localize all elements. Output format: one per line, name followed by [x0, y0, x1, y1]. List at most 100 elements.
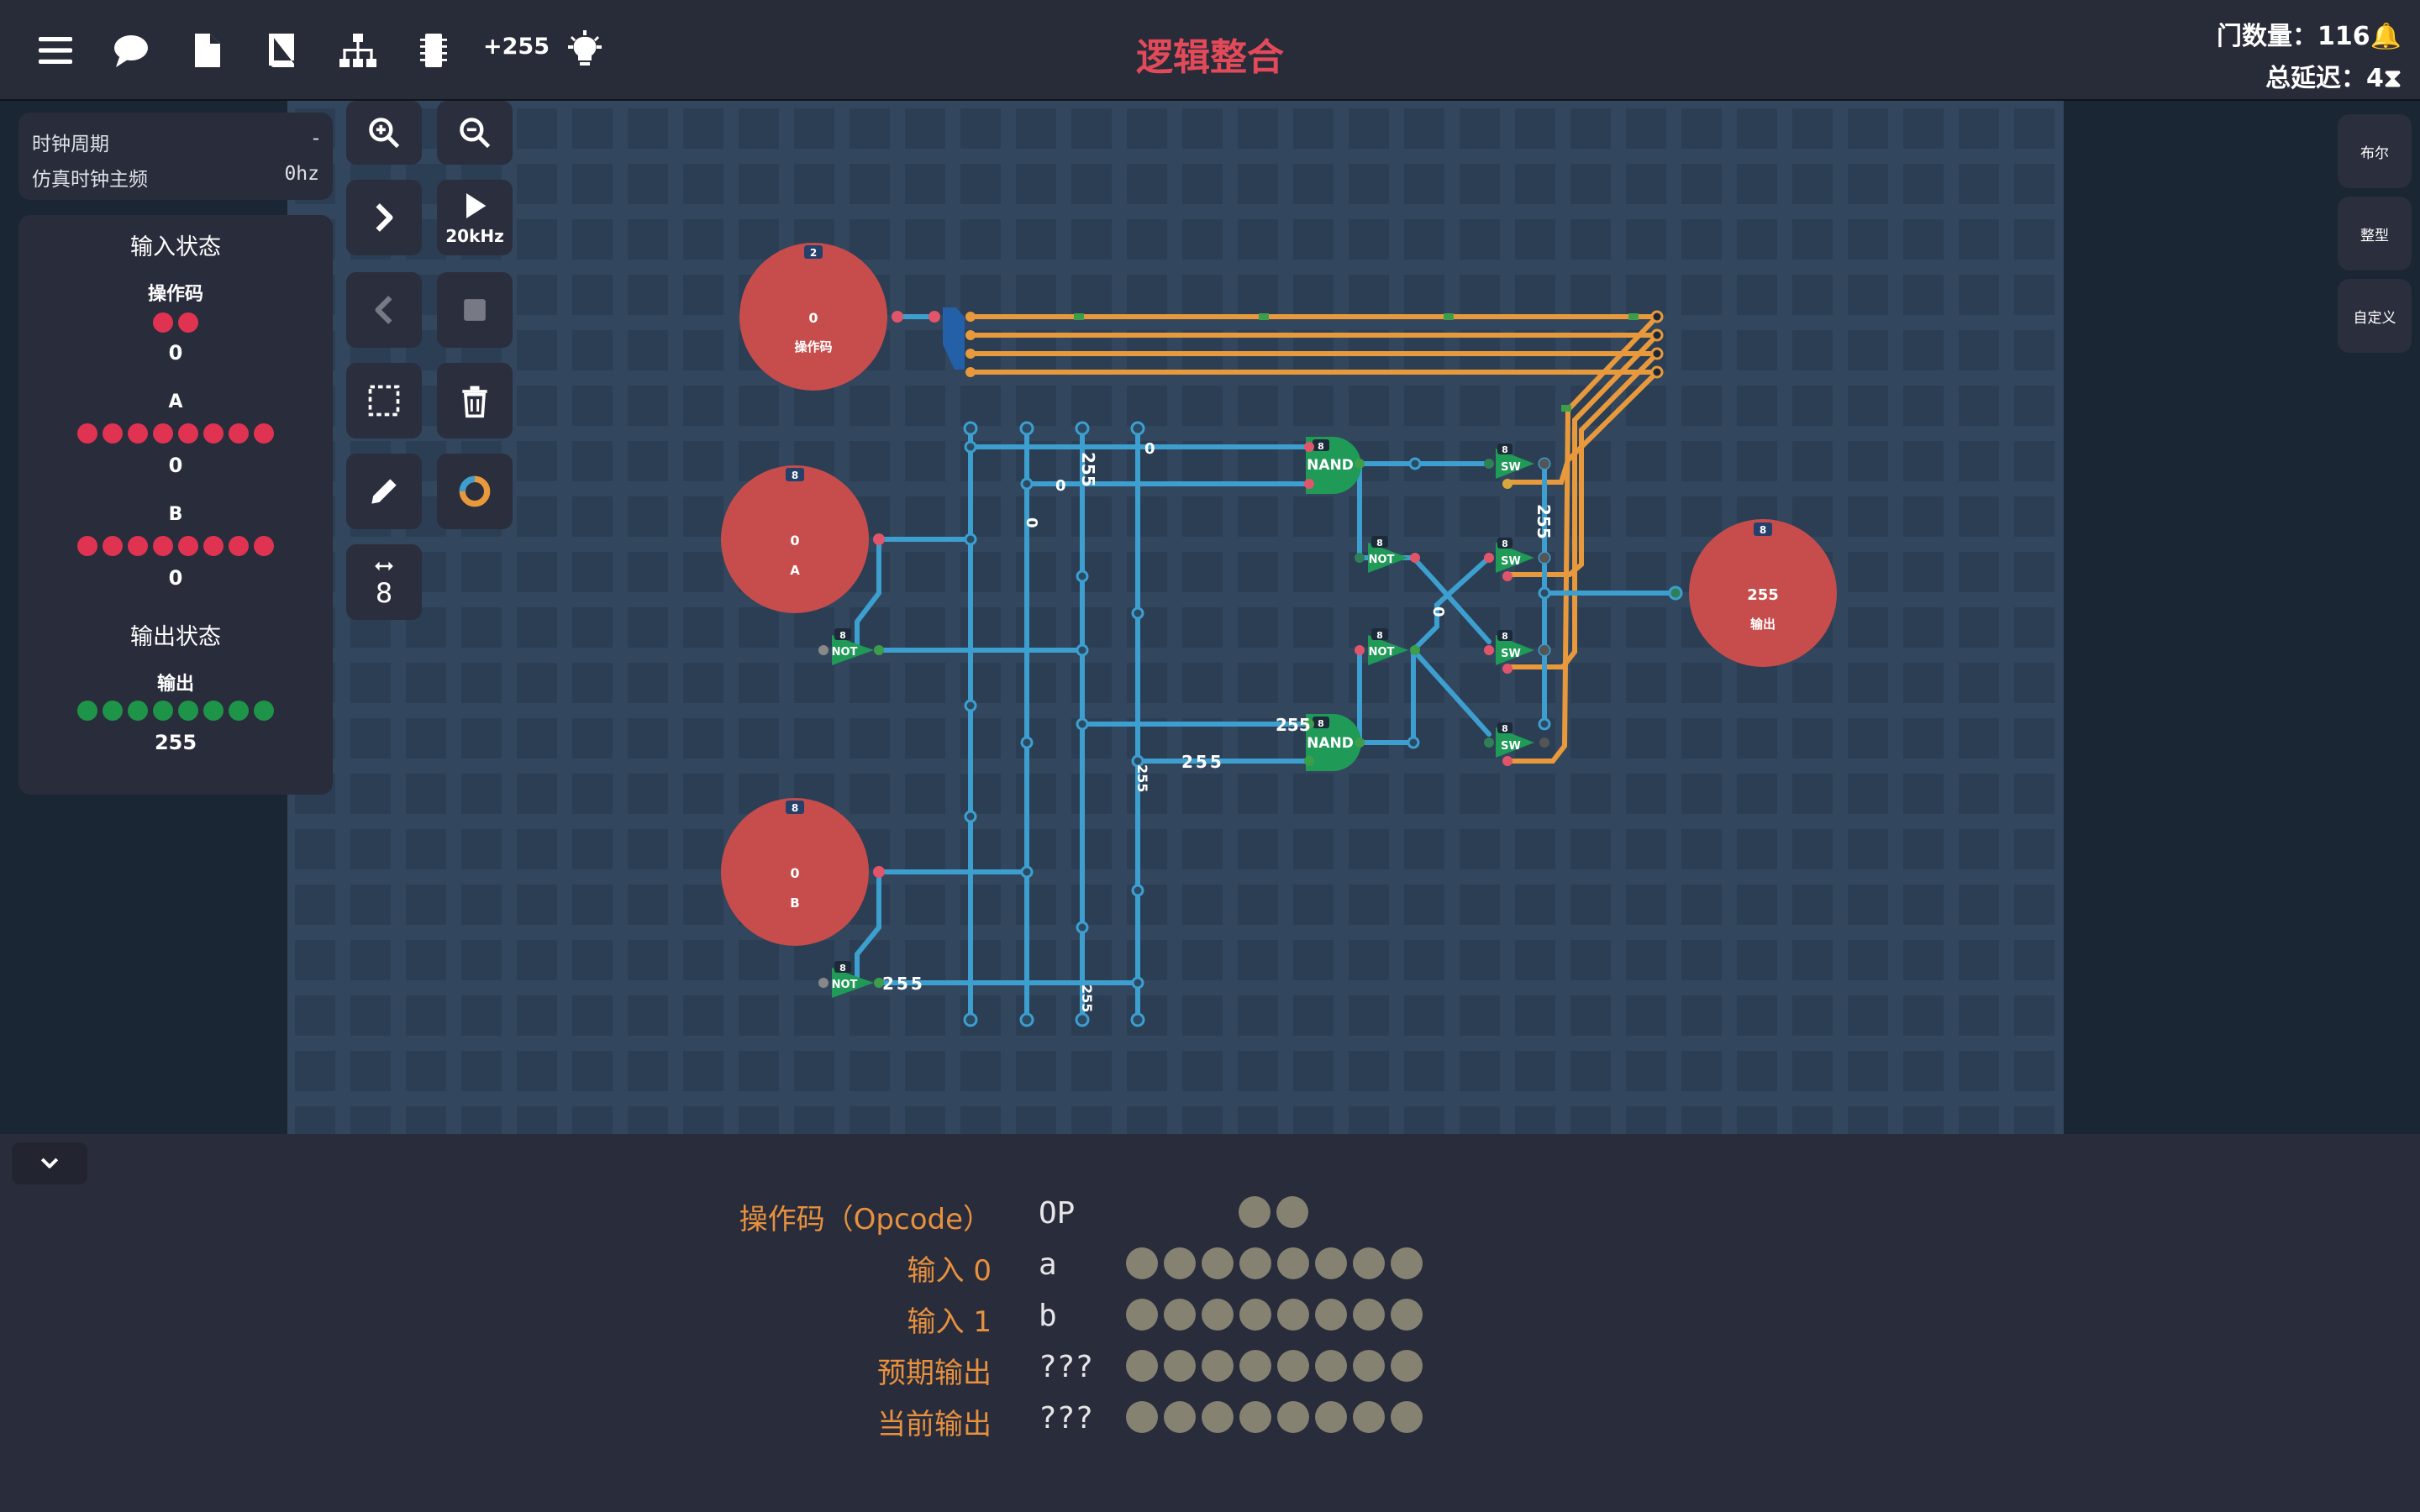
svg-text:255: 255	[1079, 984, 1095, 1012]
b-bits	[18, 536, 333, 556]
output-pin-value: 255	[1747, 586, 1779, 604]
opcode-bits	[18, 312, 333, 333]
truth-table-row: 输入 0 a	[0, 1247, 2420, 1294]
truth-table-bit	[1353, 1401, 1385, 1433]
zoom-out-icon	[460, 118, 491, 149]
truth-table-bit	[1277, 1247, 1309, 1279]
truth-table-bit	[1391, 1299, 1423, 1331]
opcode-label: 操作码	[147, 284, 203, 305]
input-state-title: 输入状态	[130, 234, 221, 260]
svg-text:255: 255	[1181, 752, 1224, 772]
top-bar: +255 逻辑整合 门数量：116🔔 总延迟：4⧗	[0, 0, 2420, 102]
lightbulb-icon[interactable]	[560, 25, 610, 76]
svg-text:255: 255	[1534, 504, 1554, 539]
int-components-button[interactable]: 整型	[2338, 197, 2412, 270]
zoom-in-icon	[369, 118, 400, 149]
truth-table-bit	[1164, 1247, 1196, 1279]
zoom-out-button[interactable]	[437, 101, 513, 165]
zoom-in-button[interactable]	[346, 101, 422, 165]
pencil-button[interactable]	[346, 454, 422, 529]
truth-table-bit	[1202, 1247, 1234, 1279]
svg-text:0: 0	[1429, 606, 1447, 617]
output-pin-name: 输出	[1750, 617, 1776, 632]
svg-text:8: 8	[1502, 444, 1508, 455]
truth-table-bit	[1353, 1299, 1385, 1331]
truth-table-bit	[1126, 1350, 1158, 1382]
color-wheel-icon	[459, 475, 491, 507]
clock-period-label: 时钟周期	[32, 134, 109, 155]
svg-text:8: 8	[1502, 538, 1508, 549]
truth-table-bit	[1391, 1247, 1423, 1279]
chip-icon[interactable]	[408, 25, 459, 76]
truth-table-bit	[1276, 1196, 1308, 1228]
truth-table-row-label: 操作码（Opcode）	[739, 1203, 992, 1236]
svg-text:0: 0	[1055, 477, 1066, 495]
truth-table-row-code: ???	[1039, 1350, 1094, 1384]
truth-table-row-label: 输入 1	[907, 1305, 992, 1339]
step-back-button[interactable]	[346, 272, 422, 348]
b-value: 0	[168, 566, 183, 590]
trash-icon	[462, 386, 487, 418]
input-b-pin-badge: 8	[792, 802, 798, 814]
svg-text:SW: SW	[1501, 461, 1521, 474]
menu-icon[interactable]	[30, 25, 81, 76]
custom-components-button[interactable]: 自定义	[2338, 279, 2412, 353]
truth-table-bit	[1164, 1299, 1196, 1331]
level-counter[interactable]: +255	[483, 34, 550, 60]
chevron-right-icon	[376, 203, 393, 232]
speed-label: 20kHz	[445, 226, 504, 246]
svg-text:NAND: NAND	[1307, 457, 1354, 474]
clock-freq-value: 0hz	[284, 163, 319, 185]
truth-table-row-label: 当前输出	[877, 1408, 992, 1441]
truth-table-bit	[1202, 1299, 1234, 1331]
color-wheel-button[interactable]	[437, 454, 513, 529]
output-pin-badge: 8	[1760, 524, 1766, 536]
bit-width-button[interactable]: 8	[346, 544, 422, 620]
play-icon	[466, 193, 487, 218]
svg-text:8: 8	[1376, 538, 1383, 549]
truth-table-row: 输入 1 b	[0, 1299, 2420, 1346]
bool-components-button[interactable]: 布尔	[2338, 114, 2412, 188]
b-label: B	[168, 504, 183, 525]
svg-text:8: 8	[1502, 631, 1508, 642]
output-bits	[18, 701, 333, 721]
truth-table-bit	[1315, 1299, 1347, 1331]
stop-button[interactable]	[437, 272, 513, 348]
output-pin[interactable]: 8 255 输出	[1689, 519, 1837, 667]
chat-icon[interactable]	[106, 25, 156, 76]
collapse-panel-button[interactable]	[12, 1142, 87, 1184]
truth-table-bit	[1315, 1401, 1347, 1433]
svg-text:255: 255	[1078, 452, 1098, 487]
svg-text:SW: SW	[1501, 740, 1521, 753]
play-button[interactable]: 20kHz	[437, 180, 513, 255]
svg-text:8: 8	[1376, 630, 1383, 641]
bit-width-label: 8	[375, 577, 393, 609]
output-value: 255	[154, 731, 197, 754]
step-forward-button[interactable]	[346, 180, 422, 255]
svg-text:255: 255	[882, 974, 925, 994]
hierarchy-icon[interactable]	[333, 25, 383, 76]
truth-table-row-code: b	[1039, 1299, 1057, 1333]
truth-table-row-bits	[1126, 1401, 1423, 1433]
select-button[interactable]	[346, 363, 422, 438]
circuit-canvas[interactable]: 2 0 操作码 8 0 A 8 0 B 8 255 输出 8 NOT 8 NOT…	[287, 101, 2064, 1134]
truth-table-row-label: 预期输出	[877, 1357, 992, 1390]
input-b-pin-name: B	[790, 895, 799, 911]
total-delay: 总延迟：4⧗	[2265, 64, 2402, 93]
hourglass-icon: ⧗	[2383, 64, 2402, 93]
truth-table-row-code: a	[1039, 1247, 1057, 1282]
svg-text:SW: SW	[1501, 648, 1521, 660]
delete-button[interactable]	[437, 363, 513, 438]
svg-text:NOT: NOT	[832, 979, 858, 991]
input-a-pin-badge: 8	[792, 470, 798, 481]
document-icon[interactable]	[182, 25, 232, 76]
svg-text:255: 255	[1134, 764, 1150, 792]
truth-table-bit	[1277, 1401, 1309, 1433]
svg-text:NAND: NAND	[1307, 735, 1354, 752]
opcode-pin-value: 0	[808, 310, 818, 326]
svg-text:NOT: NOT	[832, 646, 858, 659]
truth-table-bit	[1239, 1401, 1271, 1433]
truth-table-bit	[1164, 1350, 1196, 1382]
book-icon[interactable]	[257, 25, 308, 76]
truth-table-bit	[1202, 1401, 1234, 1433]
